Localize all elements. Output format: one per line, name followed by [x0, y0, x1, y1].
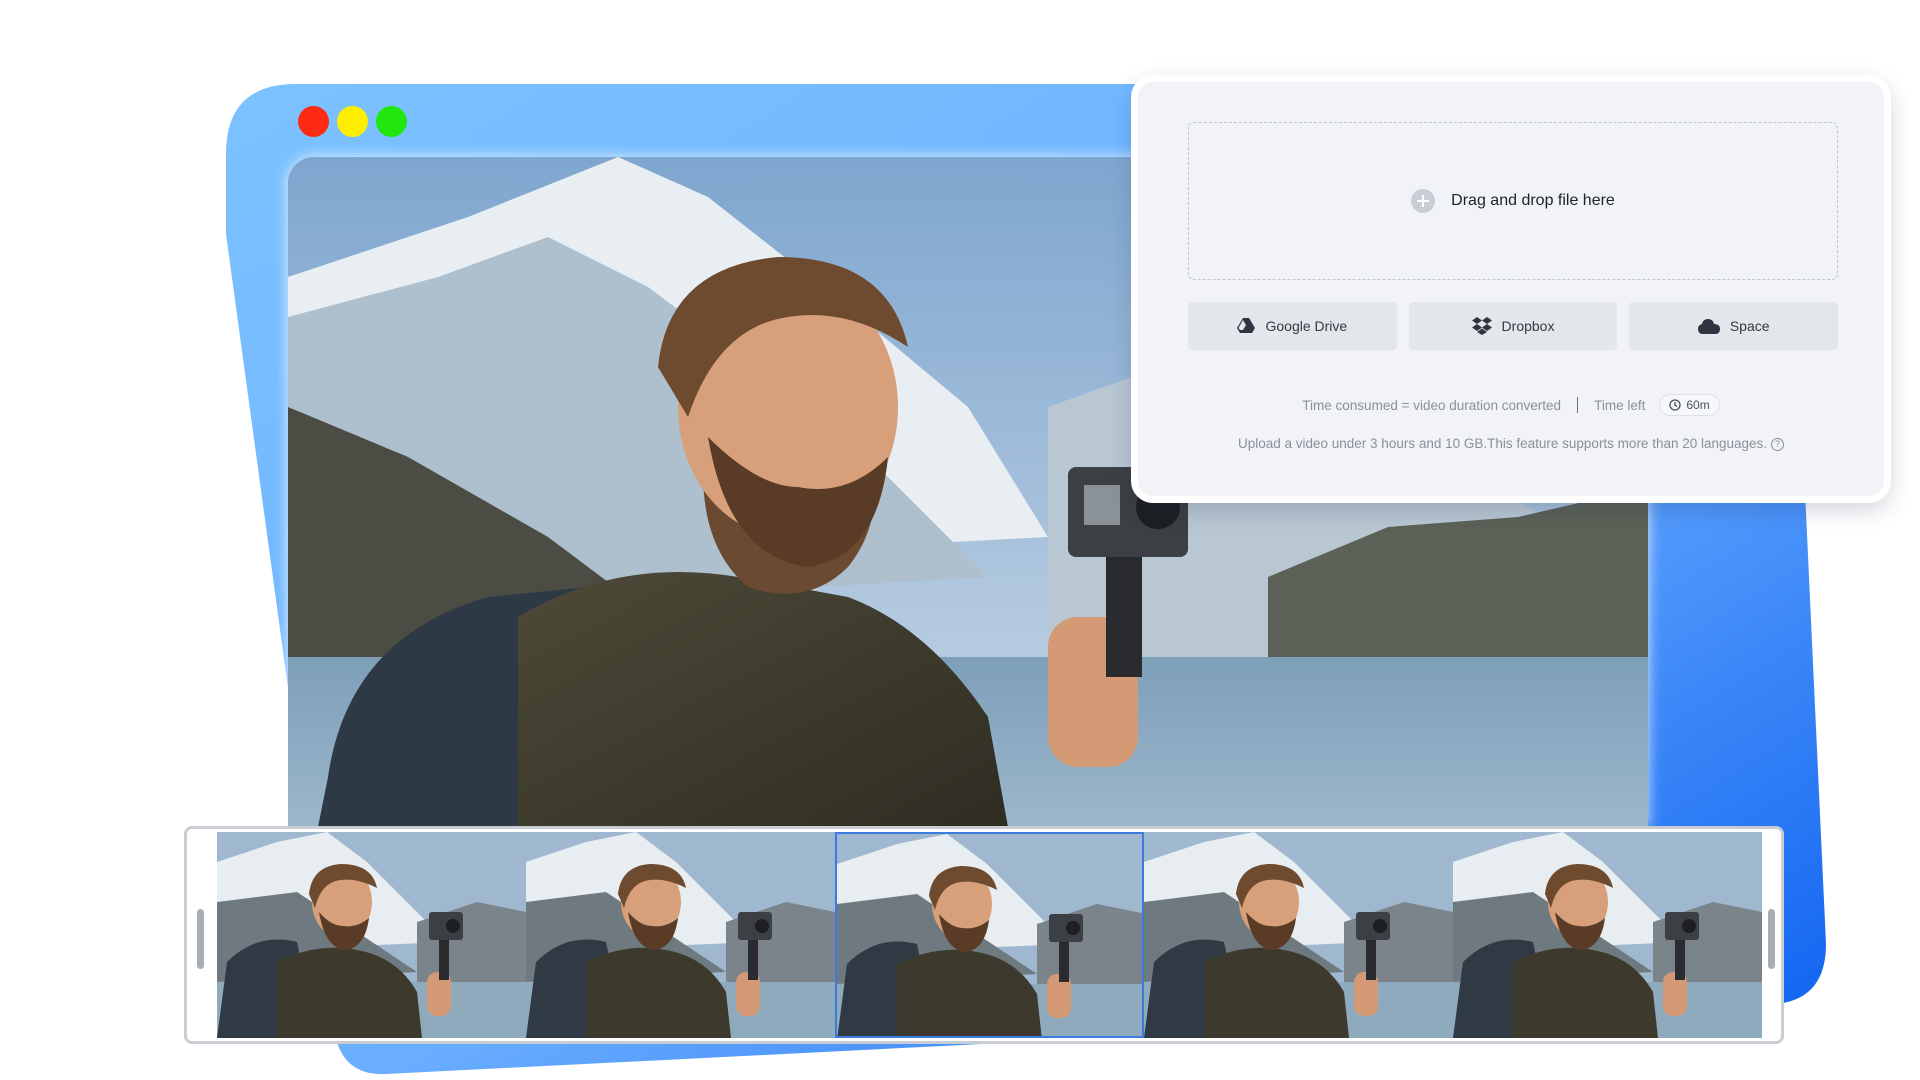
left-trim-handle[interactable] [197, 909, 204, 969]
google-drive-button[interactable]: Google Drive [1188, 302, 1397, 350]
filmstrip-frame[interactable] [1453, 832, 1762, 1038]
info-divider [1577, 397, 1579, 413]
upload-note: Upload a video under 3 hours and 10 GB.T… [1138, 436, 1884, 451]
time-left-value: 60m [1686, 398, 1710, 412]
dropbox-label: Dropbox [1501, 318, 1555, 334]
filmstrip-frame[interactable] [217, 832, 526, 1038]
help-icon[interactable]: ? [1771, 437, 1785, 451]
time-info: Time consumed = video duration converted… [1138, 394, 1884, 416]
file-dropzone[interactable]: Drag and drop file here [1188, 122, 1838, 280]
close-dot[interactable] [298, 106, 329, 137]
right-trim-handle[interactable] [1768, 909, 1775, 969]
source-buttons: Google Drive Dropbox Space [1188, 302, 1839, 350]
filmstrip-frames [217, 832, 1762, 1038]
google-drive-icon [1237, 318, 1256, 333]
filmstrip-frame[interactable] [1144, 832, 1453, 1038]
plus-circle-icon [1411, 189, 1436, 213]
cloud-icon [1697, 319, 1720, 334]
maximize-dot[interactable] [376, 106, 407, 137]
space-button[interactable]: Space [1629, 302, 1839, 350]
window-controls [298, 106, 407, 137]
dropzone-label: Drag and drop file here [1451, 192, 1615, 209]
google-drive-label: Google Drive [1265, 318, 1348, 334]
time-left-chip: 60m [1659, 394, 1720, 416]
filmstrip-frame[interactable] [835, 832, 1144, 1038]
time-consumed-text: Time consumed = video duration converted [1302, 397, 1562, 413]
dropbox-icon [1471, 317, 1492, 335]
filmstrip [184, 826, 1784, 1044]
stage: Drag and drop file here Google Drive Dro… [0, 0, 1920, 1080]
space-label: Space [1729, 318, 1770, 334]
dropbox-button[interactable]: Dropbox [1408, 302, 1618, 350]
upload-note-text: Upload a video under 3 hours and 10 GB.T… [1237, 436, 1768, 451]
filmstrip-frame[interactable] [526, 832, 835, 1038]
minimize-dot[interactable] [337, 106, 368, 137]
clock-icon [1669, 399, 1681, 411]
upload-panel: Drag and drop file here Google Drive Dro… [1131, 75, 1891, 503]
time-left-label: Time left [1594, 397, 1646, 413]
